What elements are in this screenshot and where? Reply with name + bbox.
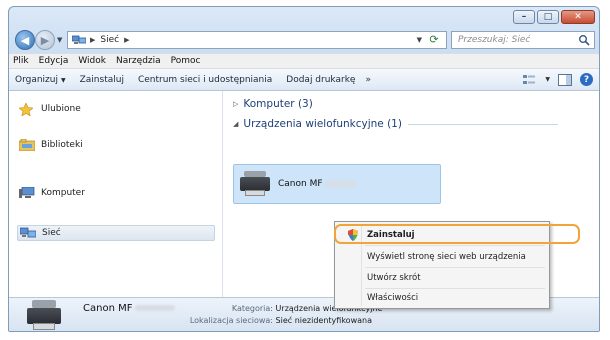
search-icon[interactable] bbox=[578, 34, 590, 46]
maximize-button[interactable]: □ bbox=[537, 10, 559, 24]
more-commands-button[interactable]: » bbox=[365, 75, 371, 85]
nav-item-computer[interactable]: Komputer bbox=[17, 185, 215, 201]
network-icon bbox=[71, 35, 87, 45]
star-icon bbox=[18, 102, 35, 117]
menu-edit[interactable]: Edycja bbox=[39, 56, 69, 66]
chevron-down-icon: ▼ bbox=[61, 76, 66, 84]
title-bar: – □ ✕ bbox=[9, 7, 599, 27]
menu-tools[interactable]: Narzędzia bbox=[116, 56, 161, 66]
recent-pages-dropdown[interactable]: ▼ bbox=[57, 36, 62, 44]
breadcrumb-separator[interactable]: ▶ bbox=[90, 36, 95, 44]
view-dropdown-icon[interactable]: ▼ bbox=[545, 76, 550, 83]
view-controls: ▼ ? bbox=[523, 73, 593, 86]
menu-bar: Plik Edycja Widok Narzędzia Pomoc bbox=[9, 53, 599, 69]
install-highlight-callout bbox=[334, 224, 580, 244]
nav-label-computer: Komputer bbox=[41, 188, 85, 198]
address-dropdown-icon[interactable]: ▼ bbox=[417, 36, 422, 44]
add-printer-button[interactable]: Dodaj drukarkę bbox=[286, 75, 355, 85]
back-arrow-icon: ◀ bbox=[20, 33, 30, 47]
breadcrumb-separator[interactable]: ▶ bbox=[124, 36, 129, 44]
nav-label-libraries: Biblioteki bbox=[41, 140, 83, 150]
forward-arrow-icon: ▶ bbox=[40, 33, 50, 47]
device-name: Canon MF bbox=[278, 179, 323, 189]
organize-button[interactable]: Organizuj ▼ bbox=[15, 75, 66, 85]
menu-help[interactable]: Pomoc bbox=[171, 56, 201, 66]
caption-buttons: – □ ✕ bbox=[513, 10, 595, 24]
details-location: Lokalizacja sieciowa: Sieć niezidentyfik… bbox=[169, 316, 372, 325]
minimize-icon: – bbox=[521, 12, 527, 22]
navigation-pane: Ulubione Biblioteki Komputer Sieć bbox=[9, 91, 223, 297]
menu-file[interactable]: Plik bbox=[13, 56, 29, 66]
refresh-icon[interactable]: ⟳ bbox=[426, 33, 442, 47]
details-name-text: Canon MF bbox=[83, 303, 133, 314]
network-icon bbox=[19, 227, 37, 239]
close-button[interactable]: ✕ bbox=[561, 10, 595, 24]
collapse-icon[interactable]: ◢ bbox=[233, 120, 238, 128]
expand-icon[interactable]: ▷ bbox=[233, 100, 238, 108]
menu-item-web-page[interactable]: Wyświetl stronę sieci web urządzenia bbox=[337, 247, 547, 267]
minimize-button[interactable]: – bbox=[513, 10, 535, 24]
printer-icon bbox=[240, 171, 270, 197]
group-multifunction[interactable]: ◢ Urządzenia wielofunkcyjne (1) bbox=[233, 118, 593, 130]
help-icon[interactable]: ? bbox=[580, 73, 593, 86]
preview-pane-icon[interactable] bbox=[558, 73, 572, 86]
back-button[interactable]: ◀ bbox=[15, 30, 35, 50]
install-button[interactable]: Zainstaluj bbox=[80, 75, 124, 85]
organize-label: Organizuj bbox=[15, 74, 58, 85]
menu-view[interactable]: Widok bbox=[78, 56, 106, 66]
command-bar: Organizuj ▼ Zainstaluj Centrum sieci i ud… bbox=[9, 69, 599, 91]
search-placeholder: Przeszukaj: Sieć bbox=[458, 35, 531, 45]
printer-icon bbox=[27, 300, 61, 331]
search-box[interactable]: Przeszukaj: Sieć bbox=[451, 31, 595, 49]
address-bar[interactable]: ▶ Sieć ▶ ▼ ⟳ bbox=[67, 31, 447, 49]
group-computer-label: Komputer (3) bbox=[243, 98, 313, 110]
nav-label-network: Sieć bbox=[42, 228, 61, 238]
group-computer[interactable]: ▷ Komputer (3) bbox=[233, 98, 313, 110]
network-center-button[interactable]: Centrum sieci i udostępniania bbox=[138, 75, 272, 85]
group-divider bbox=[407, 123, 558, 125]
libraries-icon bbox=[18, 138, 36, 152]
location-label: Lokalizacja sieciowa: bbox=[189, 316, 273, 325]
nav-label-favorites: Ulubione bbox=[41, 104, 81, 114]
maximize-icon: □ bbox=[543, 12, 553, 22]
device-label: Canon MF bbox=[278, 179, 356, 189]
menu-separator bbox=[365, 245, 545, 246]
device-model-redacted bbox=[325, 180, 356, 187]
category-label: Kategoria: bbox=[231, 304, 273, 313]
nav-item-network[interactable]: Sieć bbox=[17, 225, 215, 241]
nav-item-libraries[interactable]: Biblioteki bbox=[17, 137, 215, 153]
change-view-icon[interactable] bbox=[523, 74, 537, 86]
computer-icon bbox=[19, 186, 35, 199]
device-canon-mf[interactable]: Canon MF bbox=[233, 164, 441, 204]
breadcrumb-network[interactable]: Sieć bbox=[100, 35, 119, 45]
menu-item-create-shortcut[interactable]: Utwórz skrót bbox=[337, 268, 547, 288]
address-row: ◀ ▶ ▼ ▶ Sieć ▶ ▼ ⟳ Przeszukaj: Sieć bbox=[9, 27, 599, 53]
location-value: Sieć niezidentyfikowana bbox=[275, 316, 372, 325]
group-multifunction-label: Urządzenia wielofunkcyjne (1) bbox=[243, 118, 402, 130]
nav-item-favorites[interactable]: Ulubione bbox=[17, 101, 215, 117]
menu-item-properties[interactable]: Właściwości bbox=[337, 288, 547, 308]
forward-button[interactable]: ▶ bbox=[35, 30, 55, 50]
close-icon: ✕ bbox=[574, 12, 582, 22]
details-device-name: Canon MF bbox=[83, 303, 176, 314]
